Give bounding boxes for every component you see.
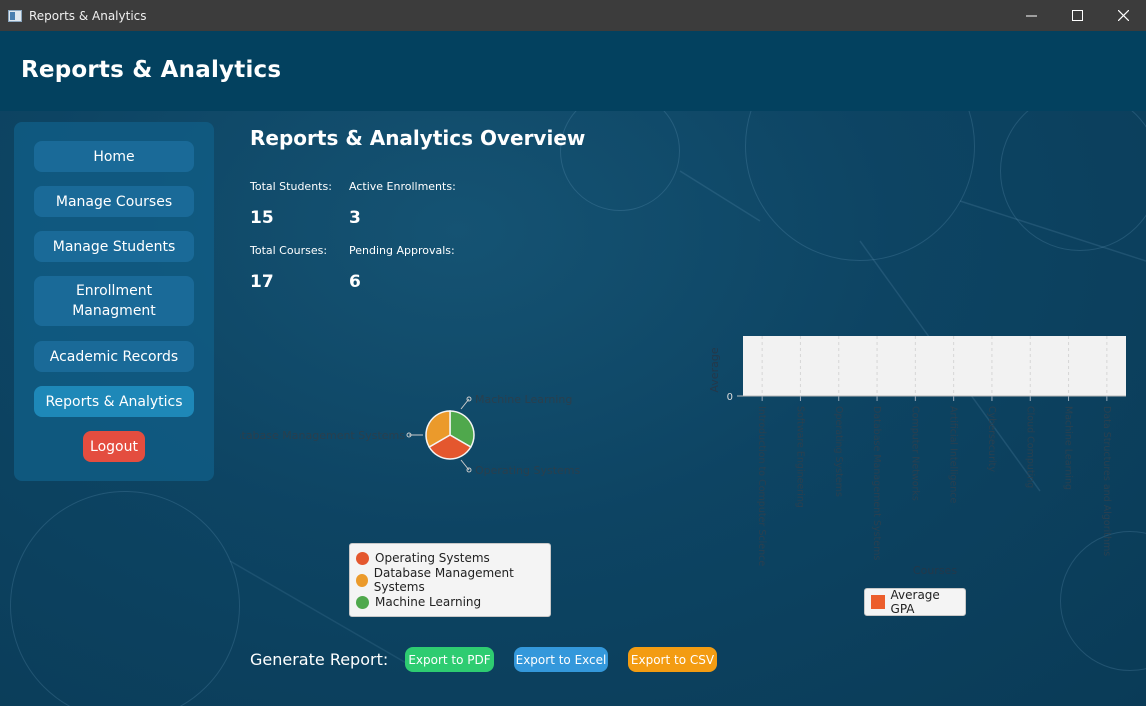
x-tick-label: Software Engineering <box>794 406 805 508</box>
window-title: Reports & Analytics <box>29 8 147 23</box>
active-enrollments-label: Active Enrollments: <box>349 180 456 193</box>
pending-approvals-label: Pending Approvals: <box>349 244 455 257</box>
legend-swatch <box>356 595 369 609</box>
pie-slice-label: Operating Systems <box>475 464 580 477</box>
pie-legend: Operating Systems Database Management Sy… <box>349 543 551 617</box>
x-tick-label: Artificial Intelligence <box>948 406 959 504</box>
app-header: Reports & Analytics <box>0 31 1146 111</box>
nav-reports-analytics-button[interactable]: Reports & Analytics <box>34 386 194 417</box>
legend-label: Database Management Systems <box>373 566 514 594</box>
nav-manage-courses-button[interactable]: Manage Courses <box>34 186 194 217</box>
legend-swatch <box>871 595 885 609</box>
x-tick-label: Operating Systems <box>833 406 844 497</box>
y-axis-label: Average <box>708 347 721 392</box>
legend-swatch <box>356 551 369 565</box>
active-enrollments-value: 3 <box>349 208 361 228</box>
x-axis-label: Courses <box>913 564 957 577</box>
app-window-icon <box>8 9 22 22</box>
x-tick-label: Introduction to Computer Science <box>756 406 767 566</box>
bar-legend: Average GPA <box>864 588 966 616</box>
pie-slice-label: Machine Learning <box>475 393 572 406</box>
maximize-icon <box>1071 10 1083 21</box>
legend-label: Machine Learning <box>375 595 482 609</box>
pending-approvals-value: 6 <box>349 272 361 292</box>
generate-report-label: Generate Report: <box>250 650 389 669</box>
close-button[interactable] <box>1100 0 1146 31</box>
x-tick-label: Computer Networks <box>909 406 920 501</box>
export-excel-button[interactable]: Export to Excel <box>514 647 608 672</box>
export-csv-button[interactable]: Export to CSV <box>628 647 717 672</box>
legend-item: Database Management Systems <box>350 566 550 594</box>
sidebar: Home Manage Courses Manage Students Enro… <box>14 122 214 481</box>
total-students-label: Total Students: <box>250 180 332 193</box>
x-tick-label: Cybersecurity <box>986 406 997 472</box>
nav-home-button[interactable]: Home <box>34 141 194 172</box>
enrollment-pie-chart: Machine Learning Database Management Sys… <box>240 393 580 477</box>
pie-slice-label: Database Management Systems <box>240 429 405 442</box>
minimize-icon <box>1025 15 1037 17</box>
export-pdf-button[interactable]: Export to PDF <box>405 647 494 672</box>
legend-label: Operating Systems <box>375 551 490 565</box>
legend-label: Average GPA <box>890 588 940 616</box>
logout-button[interactable]: Logout <box>83 431 145 462</box>
legend-swatch <box>356 573 368 587</box>
x-tick-label: Data Structures and Algorithms <box>1101 406 1112 556</box>
total-courses-label: Total Courses: <box>250 244 328 257</box>
close-icon <box>1117 10 1129 21</box>
y-axis-tick-label: 0 <box>727 392 733 403</box>
x-tick-label: Database Management Systems <box>871 406 882 560</box>
nav-academic-records-button[interactable]: Academic Records <box>34 341 194 372</box>
header-title: Reports & Analytics <box>21 57 282 83</box>
nav-enrollment-management-button[interactable]: Enrollment Managment <box>34 276 194 326</box>
window-titlebar: Reports & Analytics <box>0 0 1146 31</box>
maximize-button[interactable] <box>1054 0 1100 31</box>
nav-manage-students-button[interactable]: Manage Students <box>34 231 194 262</box>
legend-item: Machine Learning <box>350 591 550 613</box>
x-tick-label: Cloud Computing <box>1024 406 1035 488</box>
x-tick-label: Machine Learning <box>1063 406 1074 490</box>
total-students-value: 15 <box>250 208 274 228</box>
total-courses-value: 17 <box>250 272 274 292</box>
average-gpa-bar-chart: 0 Average Introduction to Computer Scien… <box>708 336 1126 577</box>
overview-title: Reports & Analytics Overview <box>250 126 586 150</box>
minimize-button[interactable] <box>1008 0 1054 31</box>
